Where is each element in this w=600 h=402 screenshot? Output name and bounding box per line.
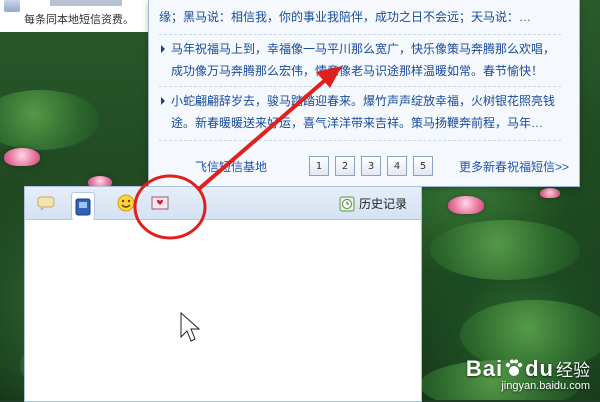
sms-item-text: 缘；黑马说：相信我，你的事业我陪伴，成功之日不会远；天马说：… bbox=[159, 10, 532, 24]
paw-icon bbox=[505, 359, 523, 376]
page-button-5[interactable]: 5 bbox=[413, 156, 433, 176]
bullet-icon bbox=[161, 97, 165, 105]
lotus-flower bbox=[4, 148, 40, 166]
pagination: 1 2 3 4 5 bbox=[309, 156, 433, 176]
sms-item-text: 马年祝福马上到，幸福像一马平川那么宽广，快乐像策马奔腾那么欢唱，成功像万马奔腾那… bbox=[171, 42, 556, 78]
sms-greetings-panel: 缘；黑马说：相信我，你的事业我陪伴，成功之日不会远；天马说：… 马年祝福马上到，… bbox=[148, 0, 580, 187]
chat-toolbar: 历史记录 bbox=[25, 187, 421, 220]
fee-note: 每条同本地短信资费。 bbox=[24, 14, 134, 26]
chat-bubble-button[interactable] bbox=[35, 193, 57, 213]
bullet-icon bbox=[161, 45, 165, 53]
baidu-jingyan-watermark: Bai du 经验 jingyan.baidu.com bbox=[466, 356, 590, 392]
sms-item-text: 小蛇翩翩辞岁去，骏马踏踏迎春来。爆竹声声绽放幸福，火树银花照亮钱途。新春暖暖送来… bbox=[171, 94, 556, 130]
greeting-card-icon bbox=[151, 196, 169, 210]
page-button-2[interactable]: 2 bbox=[335, 156, 355, 176]
history-clock-icon bbox=[339, 196, 355, 211]
page-button-4[interactable]: 4 bbox=[387, 156, 407, 176]
divider bbox=[159, 140, 561, 141]
jingyan-text: 经验 bbox=[556, 361, 590, 380]
divider bbox=[159, 86, 561, 87]
baidu-logo-text: Bai bbox=[465, 356, 504, 381]
history-label: 历史记录 bbox=[358, 197, 407, 211]
message-input-area[interactable] bbox=[25, 220, 421, 401]
sms-item[interactable]: 马年祝福马上到，幸福像一马平川那么宽广，快乐像策马奔腾那么欢唱，成功像万马奔腾那… bbox=[159, 38, 561, 82]
greeting-card-button[interactable] bbox=[149, 193, 171, 213]
jingyan-url: jingyan.baidu.com bbox=[501, 380, 590, 392]
blue-card-button[interactable] bbox=[71, 192, 95, 220]
sms-fee-notice-bar: 每条同本地短信资费。 bbox=[0, 0, 149, 32]
smiley-icon bbox=[117, 194, 135, 212]
panel-footer: 飞信短信基地 1 2 3 4 5 更多新春祝福短信>> bbox=[149, 150, 579, 180]
more-greetings-link[interactable]: 更多新春祝福短信>> bbox=[459, 158, 569, 175]
divider bbox=[159, 34, 561, 35]
history-button[interactable]: 历史记录 bbox=[339, 195, 407, 212]
lotus-flower bbox=[540, 188, 560, 198]
lotus-flower bbox=[448, 196, 484, 214]
title-fragment bbox=[50, 0, 122, 6]
page-button-3[interactable]: 3 bbox=[361, 156, 381, 176]
baidu-logo-text2: du bbox=[525, 356, 554, 381]
sms-base-link[interactable]: 飞信短信基地 bbox=[195, 158, 267, 175]
emoticon-button[interactable] bbox=[115, 193, 137, 213]
app-icon bbox=[4, 0, 20, 12]
sms-item[interactable]: 缘；黑马说：相信我，你的事业我陪伴，成功之日不会远；天马说：… bbox=[159, 6, 561, 28]
page-button-1[interactable]: 1 bbox=[309, 156, 329, 176]
chat-bubble-icon bbox=[37, 196, 55, 210]
lotus-leaf bbox=[430, 220, 580, 280]
sms-item[interactable]: 小蛇翩翩辞岁去，骏马踏踏迎春来。爆竹声声绽放幸福，火树银花照亮钱途。新春暖暖送来… bbox=[159, 90, 561, 134]
blue-card-icon bbox=[75, 198, 91, 215]
chat-input-window: 历史记录 bbox=[24, 186, 422, 402]
